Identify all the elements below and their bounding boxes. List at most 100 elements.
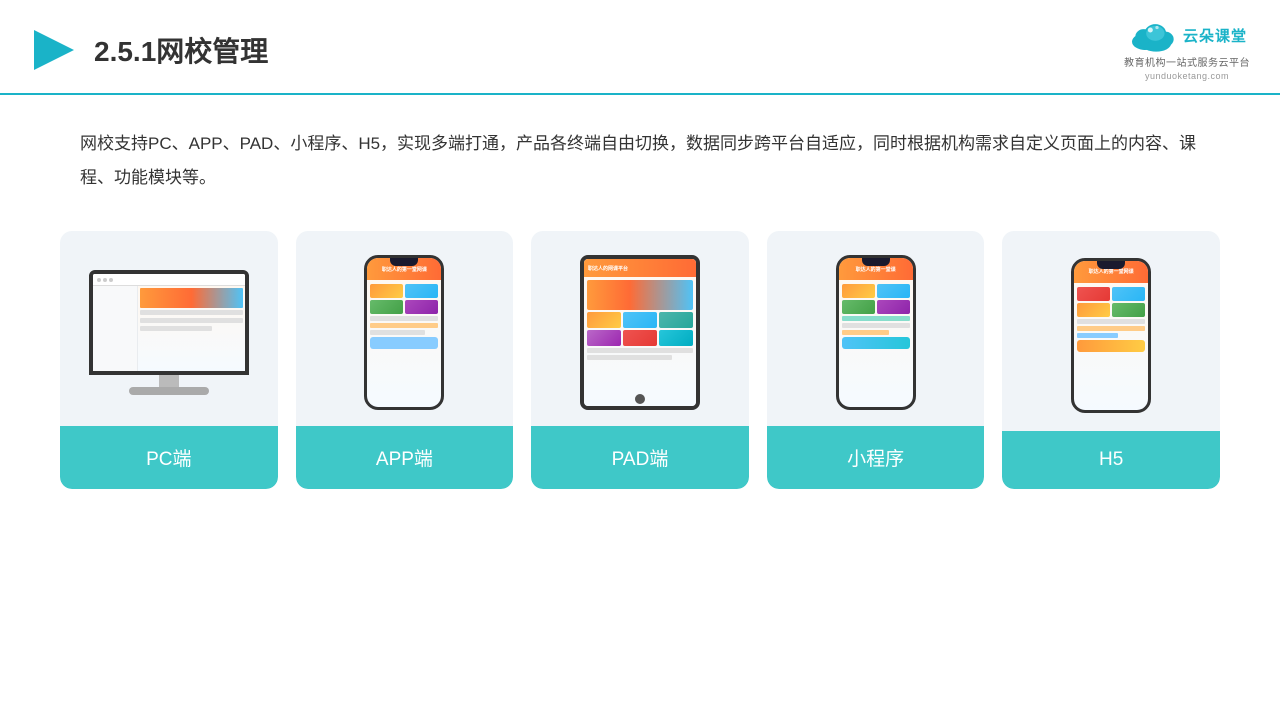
app-header-text: 职达人的第一堂网课: [382, 266, 427, 273]
mini-row-4: [842, 337, 910, 349]
app-label: APP端: [296, 426, 514, 489]
app-grid-4: [405, 300, 438, 314]
header: 2.5.1网校管理 云朵课堂 教育机构一站式服务云平台 yunduoketang…: [0, 0, 1280, 95]
pad-home-btn: [635, 394, 645, 404]
pc-dot-1: [97, 278, 101, 282]
pad-grid-6: [659, 330, 693, 346]
logo-cloud: 云朵课堂: [1127, 18, 1247, 52]
app-grid-1: [370, 284, 403, 298]
logo-name: 云朵课堂: [1183, 25, 1247, 46]
pc-screen-body: [93, 286, 245, 371]
pad-grid-4: [587, 330, 621, 346]
mini-grid: [842, 284, 910, 314]
play-icon: [30, 26, 78, 74]
app-phone-screen: 职达人的第一堂网课: [367, 258, 441, 407]
app-row-4: [370, 337, 438, 349]
card-pad: 职达人的网课平台: [531, 231, 749, 489]
card-app: 职达人的第一堂网课: [296, 231, 514, 489]
app-content: [367, 280, 441, 407]
h5-label: H5: [1002, 431, 1220, 489]
mini-image-area: 职达人的第一堂课: [767, 231, 985, 426]
cloud-icon: [1127, 18, 1177, 52]
pad-label: PAD端: [531, 426, 749, 489]
h5-image-area: 职达人的第一堂网课: [1002, 231, 1220, 431]
pc-row-2: [140, 318, 242, 323]
pad-grid-1: [587, 312, 621, 328]
mini-label: 小程序: [767, 426, 985, 489]
h5-phone-mockup: 职达人的第一堂网课: [1071, 258, 1151, 413]
app-grid-3: [370, 300, 403, 314]
mini-phone-notch: [862, 258, 890, 266]
pad-image-area: 职达人的网课平台: [531, 231, 749, 426]
pc-stand-base: [129, 387, 209, 395]
pad-body: [584, 277, 696, 392]
pad-header-text: 职达人的网课平台: [588, 265, 628, 272]
pad-screen: 职达人的网课平台: [584, 259, 696, 406]
pc-banner: [140, 288, 242, 308]
app-image-area: 职达人的第一堂网课: [296, 231, 514, 426]
mini-row-1: [842, 316, 910, 321]
h5-content: [1074, 283, 1148, 410]
h5-row-1: [1077, 319, 1145, 324]
h5-row-3: [1077, 333, 1118, 338]
mini-grid-1: [842, 284, 875, 298]
pad-grid-5: [623, 330, 657, 346]
h5-grid-4: [1112, 303, 1145, 317]
app-phone-mockup: 职达人的第一堂网课: [364, 255, 444, 410]
pc-dot-2: [103, 278, 107, 282]
pc-screen-topbar: [93, 274, 245, 286]
logo-slogan: 教育机构一站式服务云平台: [1124, 54, 1250, 69]
pad-row-2: [587, 355, 672, 360]
description: 网校支持PC、APP、PAD、小程序、H5，实现多端打通，产品各终端自由切换，数…: [0, 95, 1280, 211]
pc-mockup: [89, 270, 249, 395]
logo-area: 云朵课堂 教育机构一站式服务云平台 yunduoketang.com: [1124, 18, 1250, 81]
header-left: 2.5.1网校管理: [30, 26, 268, 74]
logo-url: yunduoketang.com: [1145, 71, 1229, 81]
cards-container: PC端 职达人的第一堂网课: [0, 211, 1280, 509]
mini-header-text: 职达人的第一堂课: [856, 266, 896, 273]
pad-grid: [587, 312, 693, 346]
pc-image-area: [60, 231, 278, 426]
mini-row-2: [842, 323, 910, 328]
page-title: 2.5.1网校管理: [94, 30, 268, 70]
h5-grid-3: [1077, 303, 1110, 317]
pad-header: 职达人的网课平台: [584, 259, 696, 277]
pc-label: PC端: [60, 426, 278, 489]
pc-row-1: [140, 310, 242, 315]
pad-row-1: [587, 348, 693, 353]
card-h5: 职达人的第一堂网课: [1002, 231, 1220, 489]
pad-banner: [587, 280, 693, 310]
card-mini: 职达人的第一堂课: [767, 231, 985, 489]
mini-grid-2: [877, 284, 910, 298]
pad-grid-2: [623, 312, 657, 328]
pad-grid-3: [659, 312, 693, 328]
h5-grid: [1077, 287, 1145, 317]
card-pc: PC端: [60, 231, 278, 489]
app-row-2: [370, 323, 438, 328]
mini-content: [839, 280, 913, 407]
pc-main-area: [138, 286, 244, 371]
pad-tablet-mockup: 职达人的网课平台: [580, 255, 700, 410]
mini-phone-screen: 职达人的第一堂课: [839, 258, 913, 407]
mini-grid-4: [877, 300, 910, 314]
h5-grid-1: [1077, 287, 1110, 301]
h5-grid-2: [1112, 287, 1145, 301]
pc-sidebar: [93, 286, 139, 371]
h5-row-2: [1077, 326, 1145, 331]
app-row-1: [370, 316, 438, 321]
pc-screen-content: [93, 274, 245, 371]
pc-dot-3: [109, 278, 113, 282]
h5-phone-notch: [1097, 261, 1125, 269]
h5-row-4: [1077, 340, 1145, 352]
pc-stand-neck: [159, 375, 179, 387]
mini-grid-3: [842, 300, 875, 314]
app-phone-notch: [390, 258, 418, 266]
h5-header-text: 职达人的第一堂网课: [1089, 268, 1134, 275]
app-row-3: [370, 330, 424, 335]
app-grid: [370, 284, 438, 314]
pc-row-3: [140, 326, 212, 331]
pc-monitor: [89, 270, 249, 375]
app-grid-2: [405, 284, 438, 298]
mini-phone-mockup: 职达人的第一堂课: [836, 255, 916, 410]
mini-row-3: [842, 330, 890, 335]
